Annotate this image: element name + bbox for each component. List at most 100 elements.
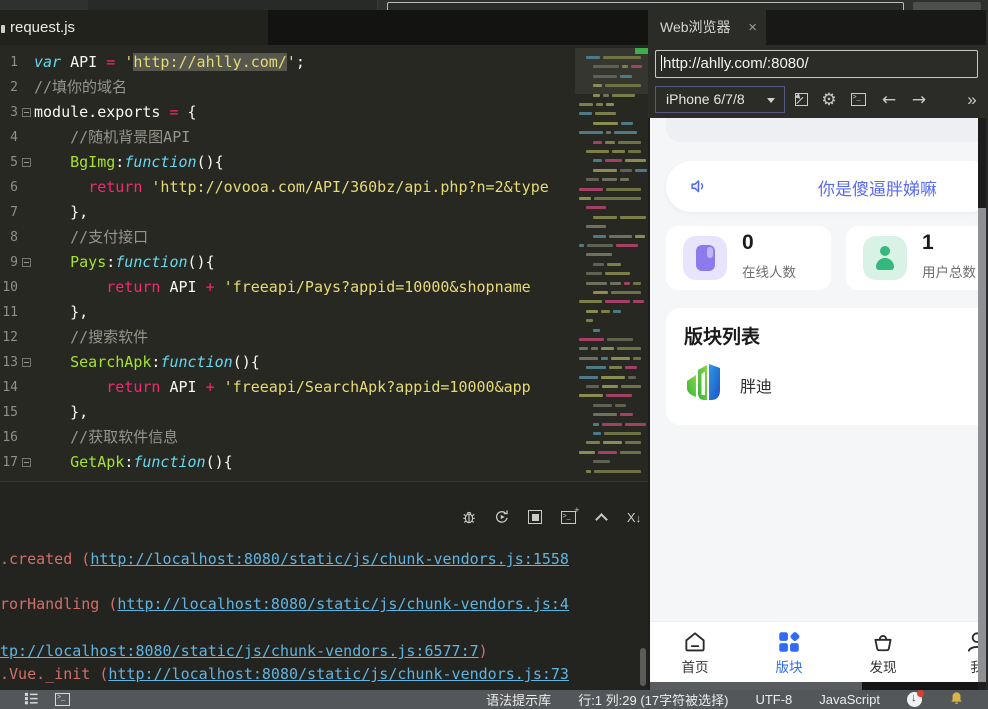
stop-icon[interactable] [526, 508, 544, 526]
back-arrow-icon[interactable]: ← [876, 86, 902, 113]
stack-trace-link[interactable]: http://localhost:8080/static/js/chunk-ve… [108, 665, 569, 683]
code-line-8[interactable]: 8 //支付接口 [0, 225, 575, 250]
phone-icon [683, 236, 727, 280]
line-number: 16 [0, 425, 18, 450]
fold-toggle-icon[interactable] [22, 258, 31, 267]
line-number: 3 [0, 100, 18, 125]
fold-toggle-icon[interactable] [22, 108, 31, 117]
url-input[interactable]: http://ahlly.com/:8080/ [655, 50, 978, 78]
console-toolbar [460, 508, 643, 526]
code-line-6[interactable]: 6 return 'http://ovooa.com/API/360bz/api… [0, 175, 575, 200]
fold-toggle-icon[interactable] [22, 458, 31, 467]
terminal-icon[interactable] [845, 86, 871, 113]
browser-horizontal-scrollbar[interactable] [650, 682, 978, 690]
stack-trace-link[interactable]: http://localhost:8080/static/js/chunk-ve… [90, 550, 569, 568]
forward-arrow-icon[interactable]: → [906, 86, 932, 113]
scrollbar-thumb[interactable] [978, 118, 986, 208]
mobile-tab-label: 发现 [851, 656, 915, 676]
mobile-tab-home[interactable]: 首页 [663, 622, 727, 682]
mobile-tab-discover[interactable]: 发现 [851, 622, 915, 682]
fold-toggle-icon[interactable] [22, 158, 31, 167]
stat-label: 在线人数 [742, 261, 796, 281]
line-number: 5 [0, 150, 18, 175]
mobile-tab-label: 首页 [663, 656, 727, 676]
update-download-icon[interactable] [907, 692, 922, 707]
line-number: 17 [0, 450, 18, 475]
line-number: 6 [0, 175, 18, 200]
gear-icon[interactable] [816, 86, 842, 113]
restart-icon[interactable] [493, 508, 511, 526]
fold-toggle-icon[interactable] [22, 358, 31, 367]
notice-bar[interactable]: 你是傻逼胖娣嘛 [666, 161, 978, 212]
stack-trace-link[interactable]: http://localhost:8080/static/js/chunk-ve… [117, 595, 569, 613]
status-bar: 语法提示库 行:1 列:29 (17字符被选择) UTF-8 JavaScrip… [0, 690, 988, 709]
board-list-card: 版块列表 胖迪 [666, 308, 978, 425]
mobile-tab-label: 我 [945, 656, 978, 676]
line-number: 9 [0, 250, 18, 275]
code-line-14[interactable]: 14 return API + 'freeapi/SearchApk?appid… [0, 375, 575, 400]
code-line-2[interactable]: 2//填你的域名 [0, 75, 575, 100]
text-caret [661, 55, 662, 71]
console-scrollbar[interactable] [640, 648, 646, 686]
top-toolbar-button[interactable] [913, 2, 981, 10]
code-line-7[interactable]: 7 }, [0, 200, 575, 225]
line-number: 14 [0, 375, 18, 400]
chevron-down-icon [767, 98, 775, 103]
tab-web-browser[interactable]: Web浏览器 × [648, 10, 766, 45]
outline-list-icon[interactable] [24, 691, 39, 709]
minimap[interactable] [575, 48, 648, 478]
line-number: 8 [0, 225, 18, 250]
close-icon[interactable]: × [748, 10, 757, 45]
code-line-5[interactable]: 5 BgImg:function(){ [0, 150, 575, 175]
syntax-library-status[interactable]: 语法提示库 [486, 690, 551, 709]
stack-trace-link[interactable]: tp://localhost:8080/static/js/chunk-vend… [0, 642, 479, 660]
board-item[interactable]: 胖迪 [684, 360, 772, 409]
speaker-icon [688, 175, 710, 197]
mobile-tab-grid[interactable]: 版块 [757, 622, 821, 682]
tab-request-js[interactable]: request.js [0, 10, 268, 45]
url-text: http://ahlly.com/:8080/ [663, 55, 809, 72]
open-external-icon[interactable] [788, 86, 814, 113]
device-label: iPhone 6/7/8 [666, 91, 745, 107]
code-line-9[interactable]: 9 Pays:function(){ [0, 250, 575, 275]
code-line-3[interactable]: 3module.exports = { [0, 100, 575, 125]
minimap-viewport[interactable] [575, 48, 648, 94]
browser-vertical-scrollbar[interactable] [978, 118, 986, 682]
device-select[interactable]: iPhone 6/7/8 [655, 86, 785, 113]
terminal-icon[interactable] [55, 693, 70, 706]
browser-tab-bar: Web浏览器 × [648, 10, 988, 45]
code-line-10[interactable]: 10 return API + 'freeapi/Pays?appid=1000… [0, 275, 575, 300]
cursor-position-status[interactable]: 行:1 列:29 (17字符被选择) [578, 690, 728, 709]
top-toolbar [0, 0, 988, 10]
code-line-4[interactable]: 4 //随机背景图API [0, 125, 575, 150]
code-line-1[interactable]: 1var API = 'http://ahlly.com/'; [0, 50, 575, 75]
language-status[interactable]: JavaScript [819, 692, 880, 707]
code-line-13[interactable]: 13 SearchApk:function(){ [0, 350, 575, 375]
line-number: 4 [0, 125, 18, 150]
code-line-12[interactable]: 12 //搜索软件 [0, 325, 575, 350]
code-line-11[interactable]: 11 }, [0, 300, 575, 325]
global-search-input[interactable] [387, 2, 904, 10]
debug-bug-icon[interactable] [460, 508, 478, 526]
notice-text: 你是傻逼胖娣嘛 [818, 175, 937, 200]
scrollbar-thumb[interactable] [650, 682, 862, 690]
stat-value: 0 [742, 231, 754, 255]
more-tools-icon[interactable]: » [959, 86, 985, 113]
code-line-15[interactable]: 15 }, [0, 400, 575, 425]
browser-viewport: 你是傻逼胖娣嘛 0在线人数1用户总数 版块列表 胖迪 首页版块发现我 [650, 118, 978, 682]
mobile-tab-me[interactable]: 我 [945, 622, 978, 682]
code-line-16[interactable]: 16 //获取软件信息 [0, 425, 575, 450]
collapse-panel-icon[interactable] [592, 508, 610, 526]
clear-console-icon[interactable] [625, 508, 643, 526]
new-terminal-icon[interactable] [559, 508, 577, 526]
bell-icon[interactable] [949, 691, 964, 709]
encoding-status[interactable]: UTF-8 [755, 692, 792, 707]
code-line-17[interactable]: 17 GetApk:function(){ [0, 450, 575, 475]
line-number: 7 [0, 200, 18, 225]
grid-icon [757, 629, 821, 656]
browser-tab-title: Web浏览器 [660, 19, 731, 35]
line-number: 11 [0, 300, 18, 325]
code-editor[interactable]: 1var API = 'http://ahlly.com/';2//填你的域名3… [0, 45, 648, 481]
minimap-marker [635, 48, 648, 54]
debug-console[interactable]: .created (http://localhost:8080/static/j… [0, 481, 648, 690]
